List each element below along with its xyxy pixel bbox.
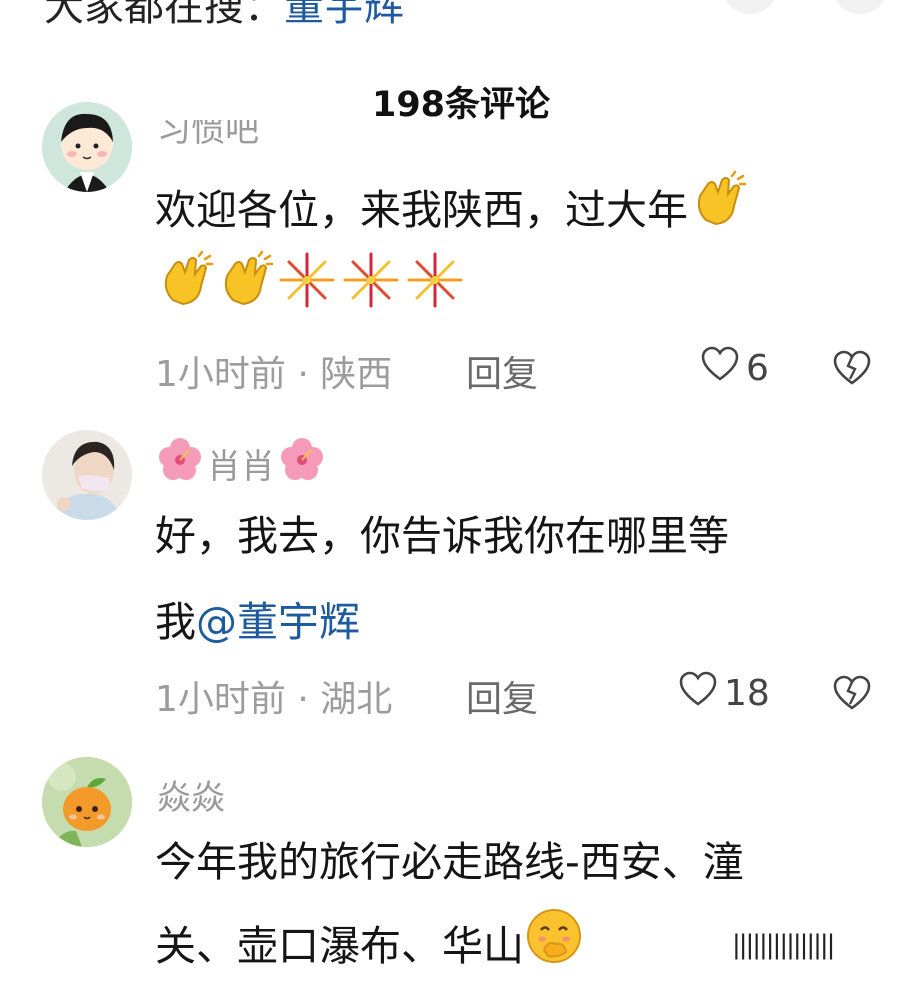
comment-username[interactable]: 焱焱: [157, 770, 225, 819]
search-suggestion-link[interactable]: 董宇辉: [284, 0, 404, 30]
comment-text-line: 今年我的旅行必走路线-西安、潼: [155, 838, 744, 886]
comment-emoji-line: [155, 250, 875, 336]
fireworks-emoji: [275, 250, 339, 336]
comment-time-location: 1小时前 · 陕西: [155, 354, 393, 395]
comment-username[interactable]: 习惯吧: [157, 120, 259, 154]
fireworks-emoji: [403, 250, 467, 336]
fireworks-emoji: [339, 250, 403, 336]
dislike-button[interactable]: [832, 349, 872, 391]
comment-text-line: 好，我去，你告诉我你在哪里等: [155, 512, 729, 560]
clapping-hands-emoji: [155, 250, 215, 336]
top-action-button[interactable]: [722, 0, 778, 14]
search-suggestion-label: 大家都在搜：: [44, 0, 284, 30]
like-button[interactable]: 6: [700, 345, 769, 392]
like-count: 6: [746, 348, 769, 389]
mention-link[interactable]: @董宇辉: [196, 598, 360, 646]
comment-text-fragment: 我: [155, 598, 196, 646]
heart-outline-icon: [678, 670, 718, 717]
comment-username-text: 肖肖: [207, 447, 275, 487]
avatar[interactable]: [42, 102, 132, 192]
comment-text: 欢迎各位，来我陕西，过大年: [155, 170, 875, 256]
comment-username[interactable]: 肖肖: [157, 436, 325, 491]
clapping-hands-emoji: [688, 170, 748, 256]
avatar[interactable]: [42, 757, 132, 847]
broken-heart-icon: [832, 675, 872, 716]
watermark: |||||||||||||||: [732, 930, 835, 960]
comments-count-title: 198条评论: [371, 85, 551, 125]
comment-text-line: 我@董宇辉: [155, 582, 875, 662]
like-button[interactable]: 18: [678, 670, 770, 717]
reply-button[interactable]: 回复: [466, 345, 538, 397]
avatar[interactable]: [42, 430, 132, 520]
dislike-button[interactable]: [832, 674, 872, 716]
top-close-button[interactable]: [832, 0, 888, 14]
hibiscus-emoji: [157, 436, 203, 491]
comment-time-location: 1小时前 · 湖北: [155, 679, 393, 720]
heart-outline-icon: [700, 345, 740, 392]
search-suggestion[interactable]: 大家都在搜：董宇辉: [44, 0, 404, 32]
like-count: 18: [724, 673, 770, 714]
clapping-hands-emoji: [215, 250, 275, 336]
giggle-emoji: [524, 906, 584, 992]
hibiscus-emoji: [279, 436, 325, 491]
comment-text-line: 欢迎各位，来我陕西，过大年: [155, 186, 688, 234]
broken-heart-icon: [832, 350, 872, 391]
reply-button[interactable]: 回复: [466, 670, 538, 722]
comment-text-fragment: 关、壶口瀑布、华山: [155, 922, 524, 970]
